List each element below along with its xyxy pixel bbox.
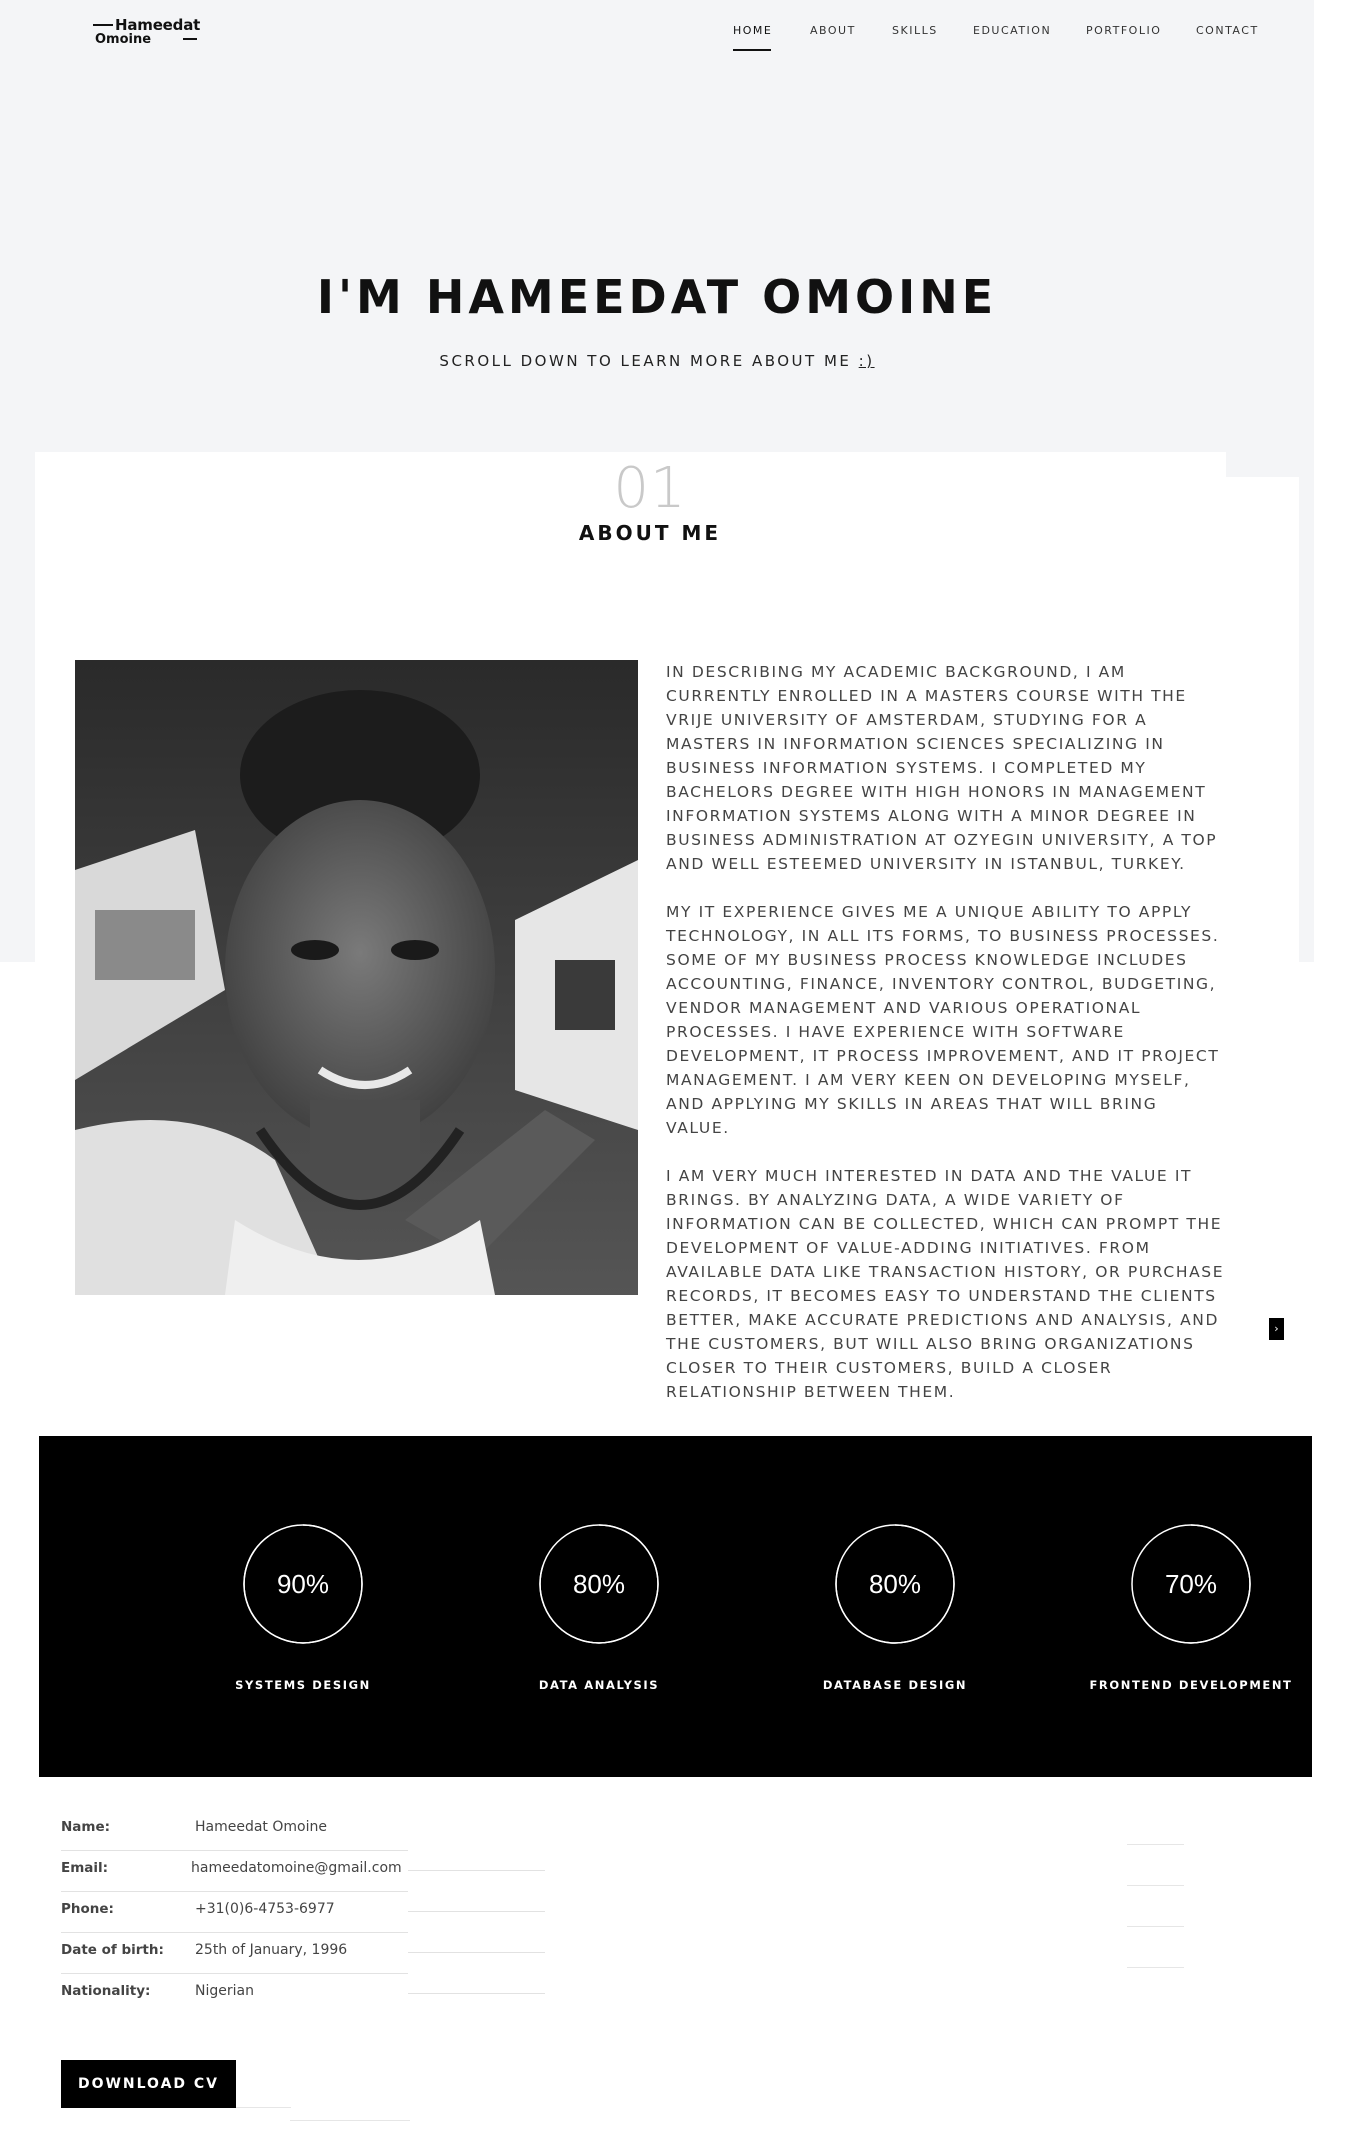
- detail-value: Nigerian: [195, 1983, 254, 1999]
- scroll-arrow-icon[interactable]: ›: [1269, 1318, 1284, 1340]
- hero-smile: :): [858, 352, 875, 370]
- detail-value[interactable]: hameedatomoine@gmail.com: [191, 1860, 402, 1876]
- skills-section: 90% SYSTEMS DESIGN 80% DATA ANALYSIS 80%…: [39, 1436, 1312, 1777]
- nav-about[interactable]: ABOUT: [810, 24, 856, 37]
- nav-skills[interactable]: SKILLS: [892, 24, 938, 37]
- nav-active-indicator: [733, 49, 771, 51]
- about-card-edge: [1225, 477, 1299, 962]
- detail-value: +31(0)6-4753-6977: [195, 1901, 335, 1917]
- divider: [1127, 1885, 1184, 1886]
- skill-label: DATA ANALYSIS: [538, 1678, 660, 1692]
- about-paragraph: My IT experience gives me a unique abili…: [666, 903, 1220, 1137]
- detail-label: Email:: [61, 1860, 109, 1876]
- detail-value: Hameedat Omoine: [195, 1819, 327, 1835]
- download-cv-button[interactable]: DOWNLOAD CV: [61, 2060, 236, 2108]
- skill-label: FRONTEND DEVELOPMENT: [1089, 1678, 1293, 1692]
- nav-education[interactable]: EDUCATION: [973, 24, 1051, 37]
- skill-percent: 90%: [276, 1569, 330, 1599]
- about-description: In describing my academic background, I …: [666, 660, 1226, 1428]
- detail-row-phone: Phone: +31(0)6-4753-6977: [61, 1892, 661, 1953]
- divider: [1127, 1967, 1184, 1968]
- hero-subtitle-text: SCROLL DOWN TO LEARN MORE ABOUT ME: [439, 352, 859, 370]
- hero-title: I'M HAMEEDAT OMOINE: [316, 270, 998, 324]
- about-paragraph: In describing my academic background, I …: [666, 663, 1218, 873]
- detail-label: Name:: [61, 1819, 111, 1835]
- skill-label: SYSTEMS DESIGN: [235, 1678, 371, 1692]
- section-number: 01: [613, 456, 687, 521]
- detail-row-email: Email: hameedatomoine@gmail.com: [61, 1851, 661, 1912]
- detail-value: 25th of January, 1996: [195, 1942, 348, 1958]
- divider: [290, 2120, 410, 2121]
- profile-photo: [75, 660, 638, 1295]
- skill-percent: 70%: [1164, 1569, 1218, 1599]
- about-paragraph: I am very much interested in data and th…: [666, 1167, 1225, 1401]
- divider: [1127, 1926, 1184, 1927]
- skill-percent: 80%: [868, 1569, 922, 1599]
- skill-label: DATABASE DESIGN: [822, 1678, 968, 1692]
- main-nav: HOME ABOUT SKILLS EDUCATION PORTFOLIO CO…: [0, 24, 1352, 54]
- nav-home[interactable]: HOME: [733, 24, 772, 37]
- hero-subtitle: SCROLL DOWN TO LEARN MORE ABOUT ME :): [0, 352, 1314, 370]
- detail-label: Date of birth:: [61, 1942, 164, 1958]
- detail-row-dob: Date of birth: 25th of January, 1996: [61, 1933, 661, 1994]
- nav-portfolio[interactable]: PORTFOLIO: [1086, 24, 1161, 37]
- detail-label: Nationality:: [61, 1983, 151, 1999]
- detail-row-name: Name: Hameedat Omoine: [61, 1810, 661, 1871]
- skill-percent: 80%: [572, 1569, 626, 1599]
- section-title: ABOUT ME: [578, 521, 722, 545]
- detail-row-nationality: Nationality: Nigerian: [61, 1974, 661, 2015]
- nav-contact[interactable]: CONTACT: [1196, 24, 1259, 37]
- detail-label: Phone:: [61, 1901, 114, 1917]
- divider: [1127, 1844, 1184, 1845]
